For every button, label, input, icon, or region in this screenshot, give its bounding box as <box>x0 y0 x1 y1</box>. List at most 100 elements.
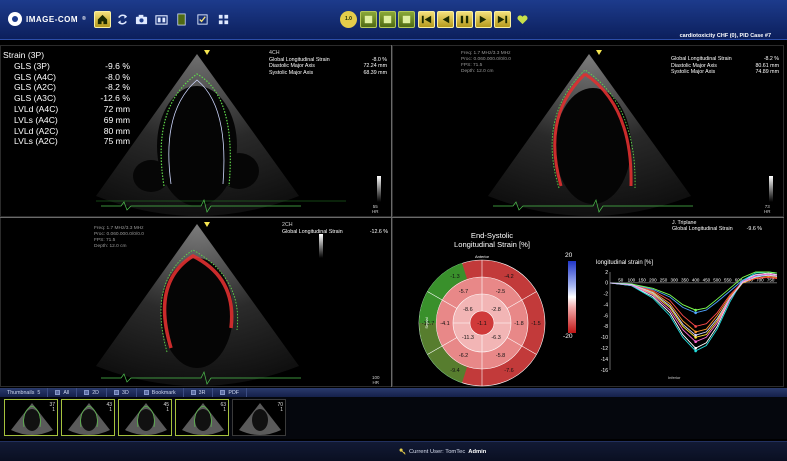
strain-summary-row: LVLs (A4C) 69 mm <box>3 115 130 126</box>
last-frame-icon <box>497 15 508 24</box>
home-icon <box>97 14 108 25</box>
thumbnail-filter-tab[interactable]: All <box>48 388 78 397</box>
thumbnail[interactable]: 63 1 <box>175 399 229 436</box>
frame-button-3[interactable] <box>398 11 415 28</box>
bullseye-segment-value: -11.3 <box>462 335 474 341</box>
camera-button[interactable] <box>133 11 150 28</box>
peak-marker <box>694 308 697 312</box>
bullseye-segment-value: -2.5 <box>496 289 505 295</box>
viewport-2[interactable]: Freq: 1.7 MHz/3.3 MHz Proc: 0.060.000.0/0… <box>392 45 784 217</box>
strain-label: GLS (A4C) <box>14 71 57 82</box>
thumbnails-toggle[interactable]: Thumbnails 5 <box>0 388 49 397</box>
thumbnail[interactable]: 45 1 <box>118 399 172 436</box>
viewport-2ch[interactable]: Freq: 1.7 MHz/3.3 MHz Proc: 0.060.000.0/0… <box>0 217 392 387</box>
thumbnail-frame-count: 63 1 <box>220 402 226 414</box>
frame-button-2[interactable] <box>379 11 396 28</box>
previous-frame-button[interactable] <box>437 11 454 28</box>
curve-title: longitudinal strain [%] <box>596 260 654 266</box>
thumbnail-filter-tab[interactable]: PDF <box>213 388 248 397</box>
wall-label-top: Anterior <box>475 254 490 259</box>
first-frame-button[interactable] <box>418 11 435 28</box>
thumbnail[interactable]: 37 1 <box>4 399 58 436</box>
y-tick-label: -16 <box>601 368 608 374</box>
measurement-label: Global Longitudinal Strain <box>672 226 733 233</box>
wall-label-left: Septal <box>424 317 429 328</box>
measurement-value: 74.89 mm <box>755 69 779 76</box>
greyscale-bar <box>319 234 323 258</box>
y-tick-label: -10 <box>601 335 608 341</box>
x-tick-label: 100 <box>628 277 636 282</box>
y-tick-label: -4 <box>604 302 609 308</box>
frame-icon <box>364 15 373 24</box>
y-tick-label: 2 <box>605 270 608 276</box>
bullseye-segment-value: -7.6 <box>504 368 513 374</box>
strain-value: -9.6 % <box>105 60 130 71</box>
last-frame-button[interactable] <box>494 11 511 28</box>
y-tick-label: -6 <box>604 313 609 319</box>
measurement-value: -8.0 % <box>371 56 387 63</box>
camera-icon <box>135 14 148 25</box>
thumbnail-filter-tab[interactable]: 3D <box>107 388 137 397</box>
measurement-row: Systolic Major Axis 74.89 mm <box>671 69 779 76</box>
view-label: 2CH <box>282 222 293 228</box>
speed-button[interactable]: 1.0 <box>340 11 357 28</box>
next-frame-icon <box>479 15 487 24</box>
thumbnail-filter-tab[interactable]: 2D <box>77 388 108 397</box>
checkbox-icon <box>55 390 61 395</box>
frame-button-1[interactable] <box>360 11 377 28</box>
key-icon <box>399 448 406 455</box>
measurement-label: Global Longitudinal Strain <box>671 56 732 62</box>
thumbnail-filter-tab[interactable]: 3R <box>184 388 214 397</box>
viewport-divider-vertical <box>391 45 392 387</box>
y-tick-label: 0 <box>605 281 608 287</box>
strain-label: GLS (A3C) <box>14 93 57 104</box>
strain-value: 75 mm <box>103 136 130 147</box>
viewport-4ch[interactable]: Strain (3P) GLS (3P) -9.6 % GLS (A4C) -8.0 … <box>0 45 392 217</box>
play-pause-button[interactable] <box>456 11 473 28</box>
strain-summary-panel: Strain (3P) GLS (3P) -9.6 % GLS (A4C) -8.0 … <box>3 50 130 147</box>
strain-label: GLS (3P) <box>14 60 50 71</box>
bullseye-plot[interactable]: -4.2-1.5-7.6-9.4-12.7-1.3-2.5-1.8-5.8-6.… <box>414 253 564 393</box>
measurement-value: -9.6 % <box>746 226 762 233</box>
bullseye-segment-value: -4.1 <box>440 321 449 327</box>
next-frame-button[interactable] <box>475 11 492 28</box>
strain-curve-chart[interactable]: 2 0 -2 -4 -6 -8 -10 -12 -14 -16 50 100 150 200 250 300 3… <box>596 268 779 378</box>
bullseye-segment-value: -1.1 <box>477 321 486 327</box>
peak-marker <box>694 311 697 315</box>
measurement-box-2: Global Longitudinal Strain -8.2 % Diastoli… <box>671 56 779 76</box>
x-tick-label: 250 <box>660 277 668 282</box>
ecg-marker <box>204 50 210 55</box>
acquisition-info: Freq: 1.7 MHz/3.3 MHz Proc: 0.060.000.0/0… <box>94 226 144 249</box>
x-tick-label: 550 <box>724 277 732 282</box>
ecg-marker <box>596 50 602 55</box>
home-button[interactable] <box>94 11 111 28</box>
bullseye-segment-value: -4.2 <box>504 274 513 280</box>
checkbox-icon <box>114 390 120 395</box>
logo-icon <box>8 12 22 26</box>
layout-button[interactable] <box>153 11 170 28</box>
measurement-label: Systolic Major Axis <box>671 69 716 76</box>
thumbnail-frame-count: 37 1 <box>49 402 55 414</box>
strain-summary-title: Strain (3P) <box>3 50 45 60</box>
heart-button[interactable] <box>514 11 531 28</box>
bullseye-title: End-Systolic Longitudinal Strain [%] <box>454 231 530 249</box>
strain-summary-row: LVLs (A2C) 75 mm <box>3 136 130 147</box>
thumbnail[interactable]: 70 1 <box>232 399 286 436</box>
checklist-button[interactable] <box>194 11 211 28</box>
peak-marker <box>694 330 697 334</box>
curve-marker-label: Inferior <box>668 375 681 380</box>
tab-label: 3R <box>198 389 206 396</box>
thumbnail-strip: 37 1 43 1 45 1 63 1 70 1 <box>0 397 787 439</box>
strain-value: 69 mm <box>103 114 130 125</box>
measurement-label: Diastolic Major Axis <box>269 63 315 70</box>
bullseye-segment-value: -5.8 <box>496 353 505 359</box>
measurement-row: Global Longitudinal Strain -8.2 % <box>671 56 779 63</box>
sync-button[interactable] <box>114 11 131 28</box>
grid-button[interactable] <box>215 11 232 28</box>
thumbnail[interactable]: 43 1 <box>61 399 115 436</box>
peak-marker <box>694 333 697 337</box>
document-button[interactable] <box>173 11 190 28</box>
thumbnail-filter-tab[interactable]: Bookmark <box>137 388 184 397</box>
colorbar-min: -20 <box>563 333 573 340</box>
measurement-value: 80.61 mm <box>755 62 779 69</box>
